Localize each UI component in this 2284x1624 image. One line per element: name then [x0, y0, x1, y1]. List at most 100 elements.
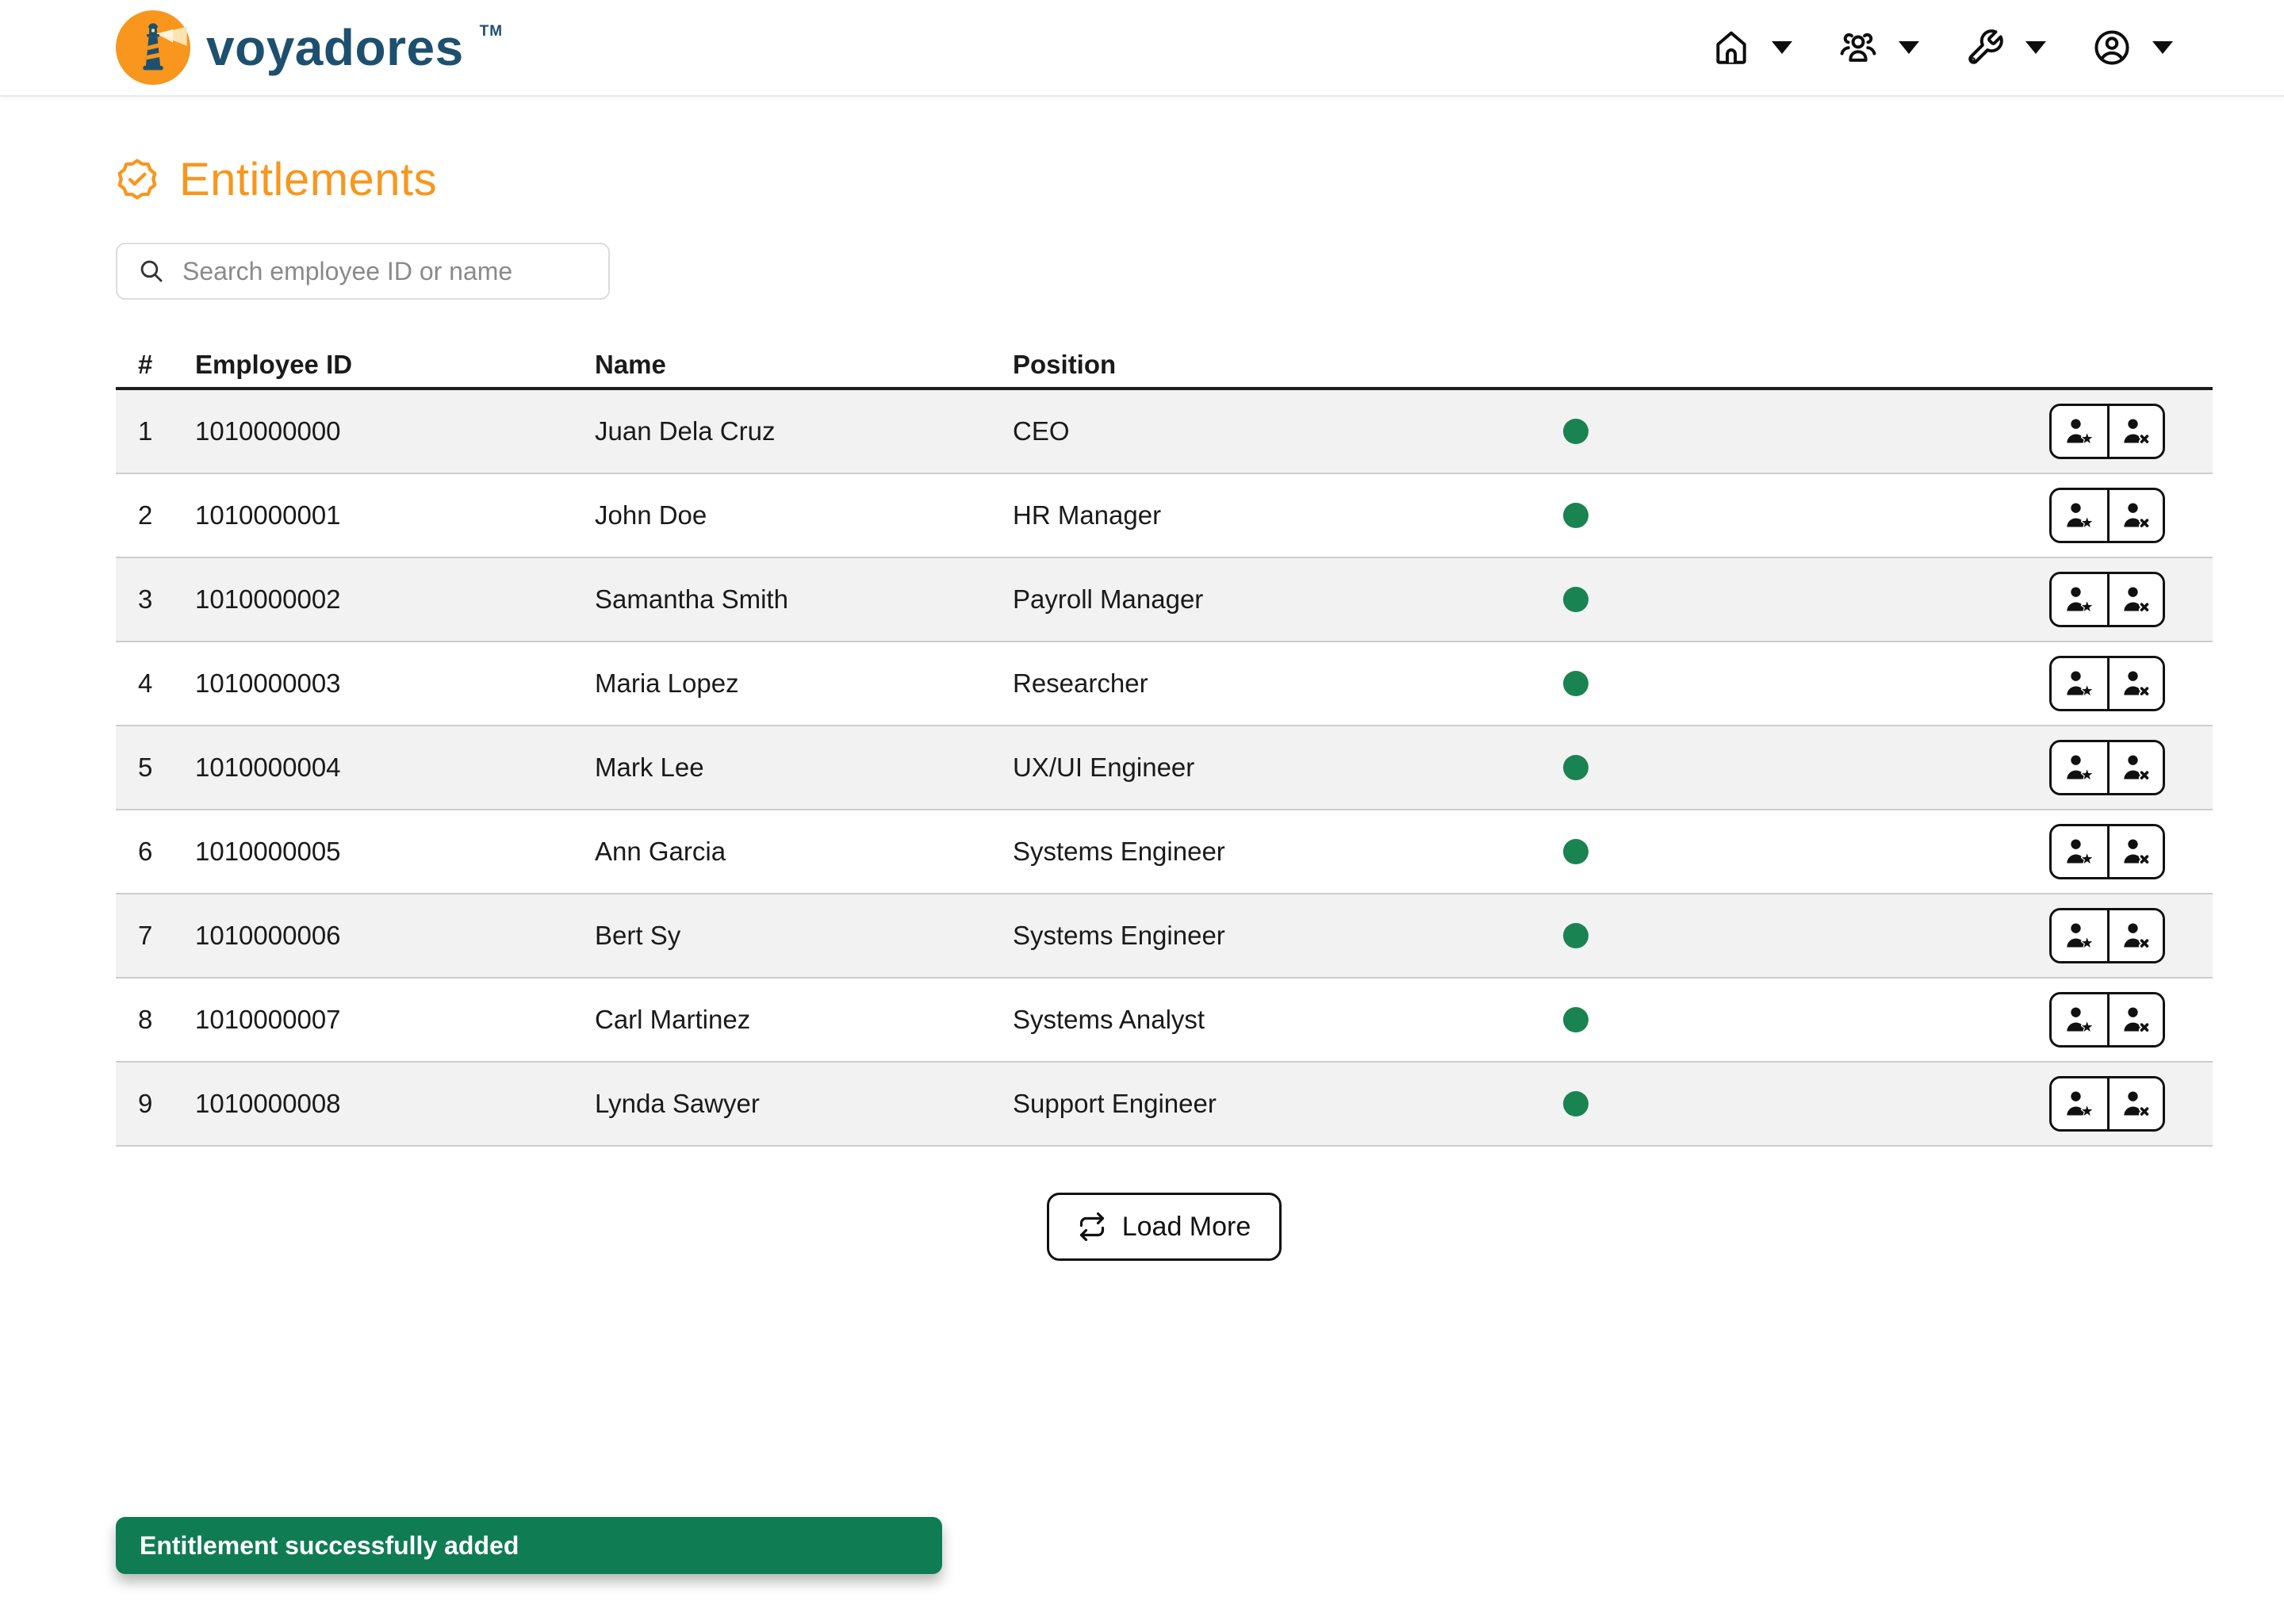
- table-row: 6 1010000005 Ann Garcia Systems Engineer: [116, 810, 2213, 894]
- home-icon: [1716, 31, 1746, 64]
- row-actions: [2049, 404, 2165, 459]
- users-icon: [1840, 33, 1876, 62]
- badge-check-icon: [117, 159, 157, 200]
- main-nav: [1711, 28, 2173, 67]
- person-x-icon: [2123, 755, 2150, 781]
- person-star-icon: [2067, 923, 2094, 949]
- person-star-icon: [2067, 1007, 2094, 1033]
- search-input[interactable]: [182, 256, 588, 286]
- row-actions: [2049, 908, 2165, 963]
- revoke-entitlement-button[interactable]: [2107, 742, 2163, 793]
- position-cell: Systems Engineer: [1013, 921, 1225, 950]
- row-actions: [2049, 824, 2165, 879]
- wrench-icon: [1968, 29, 2003, 64]
- table-row: 5 1010000004 Mark Lee UX/UI Engineer: [116, 726, 2213, 810]
- table-header-row: # Employee ID Name Position: [116, 343, 2213, 390]
- employee-id-cell: 1010000001: [195, 500, 341, 530]
- header-name: Name: [595, 350, 666, 379]
- grant-entitlement-button[interactable]: [2052, 574, 2107, 625]
- revoke-entitlement-button[interactable]: [2107, 658, 2163, 709]
- load-more-label: Load More: [1121, 1211, 1251, 1242]
- employee-id-cell: 1010000006: [195, 921, 341, 950]
- page-title: Entitlements: [179, 153, 438, 205]
- grant-entitlement-button[interactable]: [2052, 658, 2107, 709]
- table-row: 3 1010000002 Samantha Smith Payroll Mana…: [116, 558, 2213, 642]
- brand-logo: voyadores TM: [116, 10, 503, 85]
- employee-name-cell: Juan Dela Cruz: [595, 416, 776, 446]
- load-more-button[interactable]: Load More: [1046, 1193, 1282, 1261]
- row-index: 1: [138, 416, 153, 446]
- position-cell: CEO: [1013, 416, 1070, 446]
- row-actions: [2049, 992, 2165, 1048]
- revoke-entitlement-button[interactable]: [2107, 490, 2163, 541]
- employee-id-cell: 1010000000: [195, 416, 341, 446]
- header-position: Position: [1013, 350, 1117, 379]
- row-actions: [2049, 572, 2165, 627]
- row-index: 9: [138, 1089, 153, 1118]
- nav-tools-menu[interactable]: [1965, 28, 2046, 67]
- person-star-icon: [2067, 671, 2094, 697]
- grant-entitlement-button[interactable]: [2052, 406, 2107, 457]
- position-cell: HR Manager: [1013, 500, 1162, 530]
- revoke-entitlement-button[interactable]: [2107, 994, 2163, 1045]
- chevron-down-icon: [1899, 41, 1919, 54]
- employee-name-cell: Maria Lopez: [595, 668, 739, 698]
- revoke-entitlement-button[interactable]: [2107, 910, 2163, 961]
- table-row: 7 1010000006 Bert Sy Systems Engineer: [116, 894, 2213, 979]
- person-star-icon: [2067, 755, 2094, 781]
- revoke-entitlement-button[interactable]: [2107, 574, 2163, 625]
- top-bar: voyadores TM: [0, 0, 2284, 97]
- row-actions: [2049, 488, 2165, 543]
- person-x-icon: [2123, 1091, 2150, 1117]
- position-cell: Support Engineer: [1013, 1089, 1217, 1118]
- nav-account-menu[interactable]: [2092, 28, 2173, 67]
- account-icon: [2094, 30, 2129, 65]
- revoke-entitlement-button[interactable]: [2107, 406, 2163, 457]
- person-star-icon: [2067, 419, 2094, 445]
- row-index: 4: [138, 668, 153, 698]
- grant-entitlement-button[interactable]: [2052, 490, 2107, 541]
- chevron-down-icon: [2152, 41, 2173, 54]
- employee-name-cell: Mark Lee: [595, 753, 704, 782]
- row-index: 3: [138, 584, 153, 614]
- employee-id-cell: 1010000002: [195, 584, 341, 614]
- person-star-icon: [2067, 587, 2094, 613]
- revoke-entitlement-button[interactable]: [2107, 826, 2163, 877]
- trademark-label: TM: [479, 23, 504, 40]
- employee-name-cell: Ann Garcia: [595, 837, 726, 866]
- nav-users-menu[interactable]: [1838, 28, 1919, 67]
- person-x-icon: [2123, 587, 2150, 613]
- employee-name-cell: Carl Martinez: [595, 1005, 751, 1034]
- person-x-icon: [2123, 419, 2150, 445]
- revoke-entitlement-button[interactable]: [2107, 1078, 2163, 1129]
- status-dot: [1563, 839, 1588, 864]
- main-content: Entitlements # Employee ID Name Position…: [116, 97, 2213, 1261]
- entitlements-page: voyadores TM Entitlements Search employe…: [0, 0, 2284, 1624]
- status-dot: [1563, 419, 1588, 444]
- employee-name-cell: Bert Sy: [595, 921, 681, 950]
- status-dot: [1563, 587, 1588, 612]
- person-x-icon: [2123, 923, 2150, 949]
- grant-entitlement-button[interactable]: [2052, 826, 2107, 877]
- grant-entitlement-button[interactable]: [2052, 742, 2107, 793]
- person-x-icon: [2123, 1007, 2150, 1033]
- toast-message: Entitlement successfully added: [140, 1530, 519, 1560]
- row-index: 7: [138, 921, 153, 950]
- employee-name-cell: Lynda Sawyer: [595, 1089, 760, 1118]
- grant-entitlement-button[interactable]: [2052, 910, 2107, 961]
- employee-id-cell: 1010000008: [195, 1089, 341, 1118]
- position-cell: Researcher: [1013, 668, 1148, 698]
- grant-entitlement-button[interactable]: [2052, 1078, 2107, 1129]
- repeat-icon: [1079, 1212, 1104, 1241]
- header-employee-id: Employee ID: [195, 350, 353, 379]
- grant-entitlement-button[interactable]: [2052, 994, 2107, 1045]
- employee-id-cell: 1010000003: [195, 668, 341, 698]
- employee-name-cell: John Doe: [595, 500, 707, 530]
- chevron-down-icon: [2025, 41, 2046, 54]
- table-row: 2 1010000001 John Doe HR Manager: [116, 474, 2213, 558]
- row-index: 6: [138, 837, 153, 866]
- page-header: Entitlements: [116, 154, 2213, 205]
- entitlements-table: # Employee ID Name Position 1 1010000000…: [116, 343, 2213, 1147]
- employee-name-cell: Samantha Smith: [595, 584, 788, 614]
- nav-home-menu[interactable]: [1711, 28, 1792, 67]
